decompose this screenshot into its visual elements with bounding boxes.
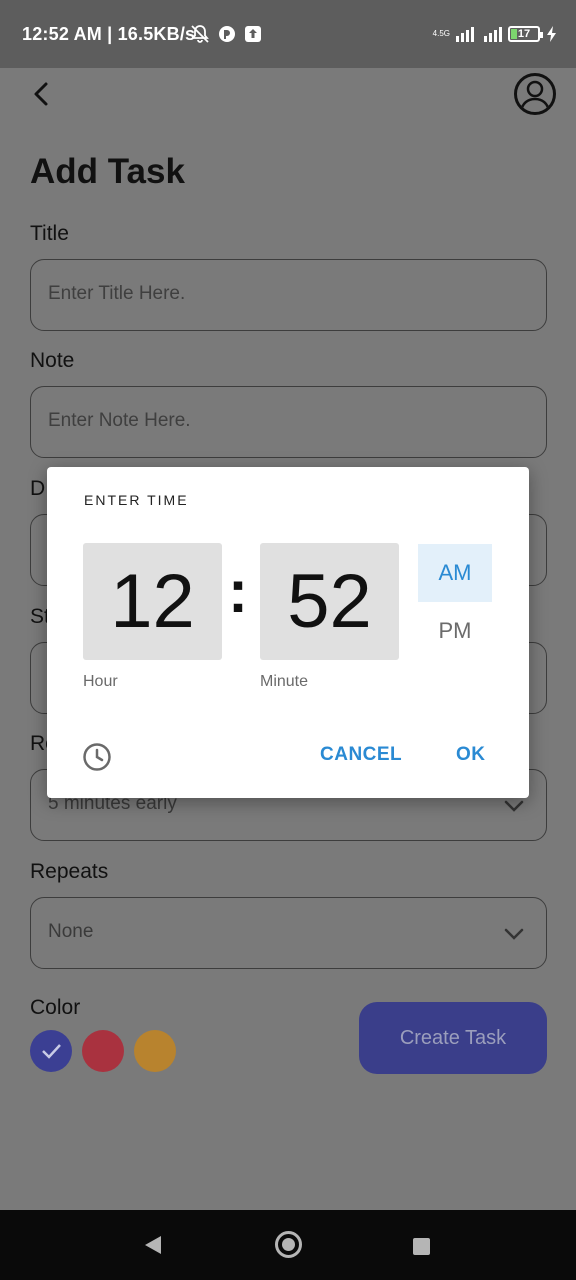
signal-icon-2 (484, 26, 502, 42)
status-time-speed: 12:52 AM | 16.5KB/s (22, 24, 196, 44)
nav-back-icon[interactable] (143, 1234, 163, 1256)
title-placeholder: Enter Title Here. (48, 283, 186, 304)
profile-avatar-icon[interactable] (514, 73, 556, 115)
clock-icon[interactable] (82, 742, 112, 772)
create-task-button[interactable]: Create Task (359, 1002, 547, 1074)
color-option-blue[interactable] (30, 1030, 72, 1072)
status-bar: 12:52 AM | 16.5KB/s 4.5G 17 (0, 0, 576, 68)
battery-level: 17 (517, 28, 531, 40)
app-notification-icon (219, 26, 235, 42)
repeat-dropdown[interactable]: None (30, 897, 547, 969)
title-input[interactable]: Enter Title Here. (30, 259, 547, 331)
page-title: Add Task (30, 152, 185, 191)
bell-off-icon (191, 25, 209, 43)
note-label: Note (30, 349, 75, 372)
network-type: 4.5G (432, 29, 450, 38)
repeat-value: None (48, 921, 94, 942)
cancel-button[interactable]: CANCEL (320, 744, 402, 766)
repeat-label: Repeats (30, 860, 109, 883)
signal-icon (456, 26, 474, 42)
back-arrow-icon[interactable] (28, 80, 56, 108)
pm-toggle[interactable]: PM (418, 602, 492, 660)
ok-button[interactable]: OK (456, 744, 486, 766)
time-picker-dialog: ENTER TIME 12 : 52 Hour Minute AM PM CAN… (47, 467, 529, 798)
check-icon (42, 1044, 61, 1059)
am-toggle[interactable]: AM (418, 544, 492, 602)
upload-icon (245, 26, 261, 42)
color-option-orange[interactable] (134, 1030, 176, 1072)
minute-input[interactable]: 52 (260, 543, 399, 660)
note-placeholder: Enter Note Here. (48, 410, 191, 431)
system-nav-bar (0, 1210, 576, 1280)
nav-home-icon[interactable] (275, 1231, 302, 1258)
nav-recents-icon[interactable] (413, 1238, 430, 1255)
hour-input[interactable]: 12 (83, 543, 222, 660)
time-separator: : (228, 558, 248, 625)
color-option-red[interactable] (82, 1030, 124, 1072)
charging-icon (547, 26, 556, 42)
date-label: D (30, 477, 46, 500)
battery-icon: 17 (508, 26, 543, 42)
dialog-title: ENTER TIME (84, 492, 189, 508)
color-label: Color (30, 996, 81, 1019)
note-input[interactable]: Enter Note Here. (30, 386, 547, 458)
chevron-down-icon (504, 928, 524, 940)
title-label: Title (30, 222, 69, 245)
minute-caption: Minute (260, 673, 309, 690)
hour-caption: Hour (83, 673, 118, 690)
